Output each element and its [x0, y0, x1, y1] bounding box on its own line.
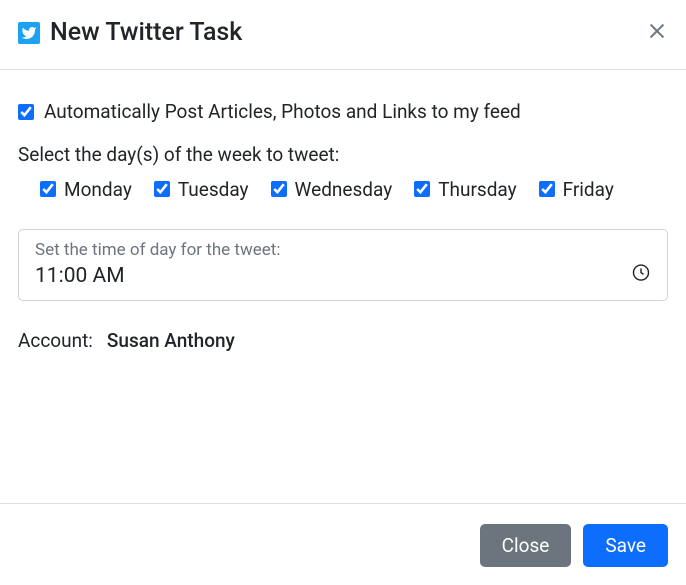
modal-footer: Close Save	[0, 503, 686, 585]
days-row: Monday Tuesday Wednesday Thursday Friday	[40, 178, 668, 201]
auto-post-checkbox[interactable]	[18, 104, 34, 120]
day-tuesday-label: Tuesday	[178, 178, 249, 201]
time-input[interactable]	[35, 264, 589, 288]
close-button[interactable]: Close	[480, 524, 572, 567]
close-icon[interactable]	[646, 20, 668, 46]
clock-icon[interactable]	[631, 262, 651, 286]
modal-header: New Twitter Task	[0, 0, 686, 70]
auto-post-checkbox-wrap[interactable]: Automatically Post Articles, Photos and …	[18, 100, 521, 123]
day-monday[interactable]: Monday	[40, 178, 132, 201]
modal-body: Automatically Post Articles, Photos and …	[0, 70, 686, 503]
day-wednesday[interactable]: Wednesday	[271, 178, 393, 201]
auto-post-label: Automatically Post Articles, Photos and …	[44, 100, 521, 123]
day-tuesday[interactable]: Tuesday	[154, 178, 249, 201]
day-friday-checkbox[interactable]	[539, 181, 555, 197]
day-tuesday-checkbox[interactable]	[154, 181, 170, 197]
day-monday-checkbox[interactable]	[40, 181, 56, 197]
account-value: Susan Anthony	[107, 329, 235, 352]
save-button[interactable]: Save	[583, 524, 668, 567]
header-left: New Twitter Task	[18, 18, 242, 47]
day-wednesday-label: Wednesday	[295, 178, 393, 201]
auto-post-row: Automatically Post Articles, Photos and …	[18, 100, 668, 125]
day-wednesday-checkbox[interactable]	[271, 181, 287, 197]
account-label: Account:	[18, 329, 93, 352]
day-thursday[interactable]: Thursday	[414, 178, 516, 201]
modal-title: New Twitter Task	[50, 18, 242, 47]
day-thursday-checkbox[interactable]	[414, 181, 430, 197]
day-friday-label: Friday	[563, 178, 614, 201]
twitter-icon	[18, 22, 40, 44]
time-input-box[interactable]: Set the time of day for the tweet:	[18, 229, 668, 301]
account-row: Account: Susan Anthony	[18, 329, 668, 352]
twitter-task-modal: New Twitter Task Automatically Post Arti…	[0, 0, 686, 585]
day-monday-label: Monday	[64, 178, 132, 201]
day-thursday-label: Thursday	[438, 178, 516, 201]
day-friday[interactable]: Friday	[539, 178, 614, 201]
time-label: Set the time of day for the tweet:	[35, 240, 651, 260]
days-prompt: Select the day(s) of the week to tweet:	[18, 143, 668, 166]
